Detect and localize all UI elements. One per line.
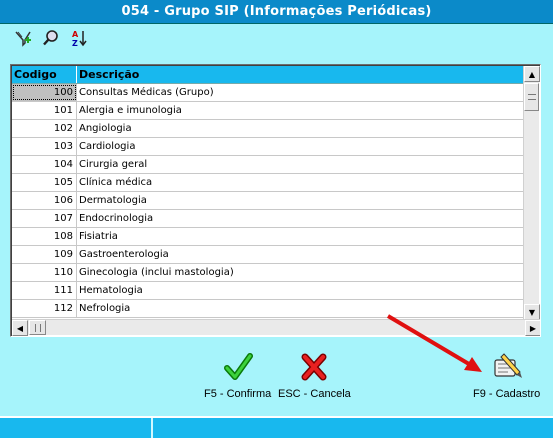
close-icon <box>301 353 327 381</box>
confirm-button[interactable]: F5 - Confirma <box>204 352 271 400</box>
cell-code[interactable]: 104 <box>12 156 77 173</box>
cell-code[interactable]: 100 <box>12 84 77 101</box>
cell-code[interactable]: 102 <box>12 120 77 137</box>
grid-header: Codigo Descrição <box>12 66 524 84</box>
cell-code[interactable]: 103 <box>12 138 77 155</box>
cell-description[interactable]: Dermatologia <box>77 192 524 209</box>
register-label: F9 - Cadastro <box>473 388 541 400</box>
horizontal-scroll-thumb[interactable] <box>29 320 46 335</box>
cell-code[interactable]: 112 <box>12 300 77 317</box>
cell-description[interactable]: Clínica médica <box>77 174 524 191</box>
cell-description[interactable]: Hematologia <box>77 282 524 299</box>
cancel-label: ESC - Cancela <box>278 388 351 400</box>
table-row[interactable]: 102 Angiologia <box>12 120 524 138</box>
status-bar <box>0 416 553 438</box>
cell-description[interactable]: Endocrinologia <box>77 210 524 227</box>
table-row[interactable]: 110 Ginecologia (inclui mastologia) <box>12 264 524 282</box>
cell-description[interactable]: Cirurgia geral <box>77 156 524 173</box>
scroll-down-button[interactable]: ▼ <box>524 304 540 320</box>
confirm-label: F5 - Confirma <box>204 388 272 400</box>
table-row[interactable]: 103 Cardiologia <box>12 138 524 156</box>
cell-description[interactable]: Cardiologia <box>77 138 524 155</box>
cell-code[interactable]: 101 <box>12 102 77 119</box>
cell-description[interactable]: Alergia e imunologia <box>77 102 524 119</box>
search-icon[interactable] <box>40 28 62 48</box>
table-row[interactable]: 107 Endocrinologia <box>12 210 524 228</box>
cell-description[interactable]: Gastroenterologia <box>77 246 524 263</box>
records-grid[interactable]: Codigo Descrição 100 Consultas Médicas (G… <box>10 64 541 337</box>
status-panel <box>153 418 553 438</box>
cell-code[interactable]: 108 <box>12 228 77 245</box>
register-scroll-icon <box>494 353 522 378</box>
table-row[interactable]: 100 Consultas Médicas (Grupo) <box>12 84 524 102</box>
check-icon <box>223 353 253 380</box>
cell-code[interactable]: 107 <box>12 210 77 227</box>
table-row[interactable]: 106 Dermatologia <box>12 192 524 210</box>
svg-text:A: A <box>72 30 79 39</box>
svg-text:Z: Z <box>72 39 78 47</box>
cell-code[interactable]: 110 <box>12 264 77 281</box>
vertical-scrollbar[interactable]: ▲ ▼ <box>523 66 540 320</box>
register-button[interactable]: F9 - Cadastro <box>473 350 540 400</box>
column-header-description[interactable]: Descrição <box>77 66 524 83</box>
column-header-code[interactable]: Codigo <box>12 66 77 83</box>
vertical-scroll-thumb[interactable] <box>524 83 539 111</box>
table-row[interactable]: 108 Fisiatria <box>12 228 524 246</box>
sort-az-icon[interactable]: A Z <box>68 28 90 48</box>
scroll-right-button[interactable]: ▶ <box>525 320 540 336</box>
table-row[interactable]: 109 Gastroenterologia <box>12 246 524 264</box>
filter-add-icon[interactable] <box>12 28 34 48</box>
scroll-left-button[interactable]: ◀ <box>12 320 28 336</box>
cell-code[interactable]: 106 <box>12 192 77 209</box>
cell-code[interactable]: 105 <box>12 174 77 191</box>
toolbar: A Z <box>12 28 90 50</box>
cell-description[interactable]: Consultas Médicas (Grupo) <box>77 84 524 101</box>
cancel-button[interactable]: ESC - Cancela <box>278 352 351 400</box>
scroll-up-button[interactable]: ▲ <box>524 66 540 82</box>
window-title: 054 - Grupo SIP (Informações Periódicas) <box>0 0 553 24</box>
cell-description[interactable]: Fisiatria <box>77 228 524 245</box>
table-row[interactable]: 104 Cirurgia geral <box>12 156 524 174</box>
cell-code[interactable]: 109 <box>12 246 77 263</box>
table-row[interactable]: 105 Clínica médica <box>12 174 524 192</box>
cell-description[interactable]: Angiologia <box>77 120 524 137</box>
table-row[interactable]: 101 Alergia e imunologia <box>12 102 524 120</box>
grid-rows: 100 Consultas Médicas (Grupo) 101 Alergia e… <box>12 84 524 318</box>
cell-description[interactable]: Ginecologia (inclui mastologia) <box>77 264 524 281</box>
table-row[interactable]: 111 Hematologia <box>12 282 524 300</box>
cell-code[interactable]: 111 <box>12 282 77 299</box>
status-panel <box>0 418 153 438</box>
